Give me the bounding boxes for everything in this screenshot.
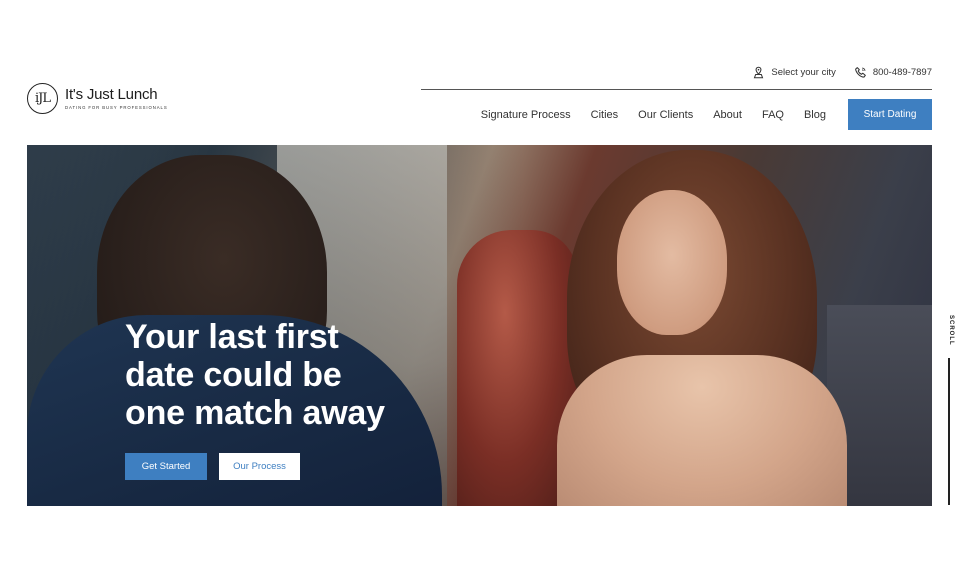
get-started-button[interactable]: Get Started <box>125 453 207 480</box>
hero-headline: Your last first date could be one match … <box>125 318 385 432</box>
start-dating-button[interactable]: Start Dating <box>848 99 932 130</box>
nav-about[interactable]: About <box>713 109 742 121</box>
header-divider <box>421 89 932 90</box>
nav-blog[interactable]: Blog <box>804 109 826 121</box>
nav-signature-process[interactable]: Signature Process <box>481 109 571 121</box>
select-city-label: Select your city <box>771 67 836 78</box>
phone-icon <box>854 67 866 78</box>
nav-faq[interactable]: FAQ <box>762 109 784 121</box>
logo-tagline: DATING FOR BUSY PROFESSIONALS <box>65 105 168 110</box>
hero-photo-woman-face <box>617 190 727 335</box>
scroll-indicator-label[interactable]: SCROLL <box>942 315 954 346</box>
nav-cities[interactable]: Cities <box>591 109 619 121</box>
phone-link[interactable]: 800-489-7897 <box>854 66 932 79</box>
hero-headline-line: date could be <box>125 356 342 394</box>
utility-bar: Select your city 800-489-7897 <box>752 66 932 79</box>
hero-headline-line: one match away <box>125 394 385 432</box>
nav-our-clients[interactable]: Our Clients <box>638 109 693 121</box>
main-nav: Signature Process Cities Our Clients Abo… <box>481 99 932 130</box>
logo-name: It's Just Lunch <box>65 86 158 103</box>
logo-text: It's Just Lunch DATING FOR BUSY PROFESSI… <box>65 86 168 111</box>
scroll-indicator-line <box>948 358 950 505</box>
select-city-link[interactable]: Select your city <box>752 66 836 79</box>
hero-photo-woman-body <box>557 355 847 506</box>
phone-number: 800-489-7897 <box>872 67 932 78</box>
hero-banner: Your last first date could be one match … <box>27 145 932 506</box>
logo-mark: iJL <box>27 83 58 114</box>
our-process-button[interactable]: Our Process <box>219 453 300 480</box>
logo[interactable]: iJL It's Just Lunch DATING FOR BUSY PROF… <box>27 83 168 114</box>
hero-headline-line: Your last first <box>125 318 339 356</box>
location-pin-icon <box>754 66 764 79</box>
